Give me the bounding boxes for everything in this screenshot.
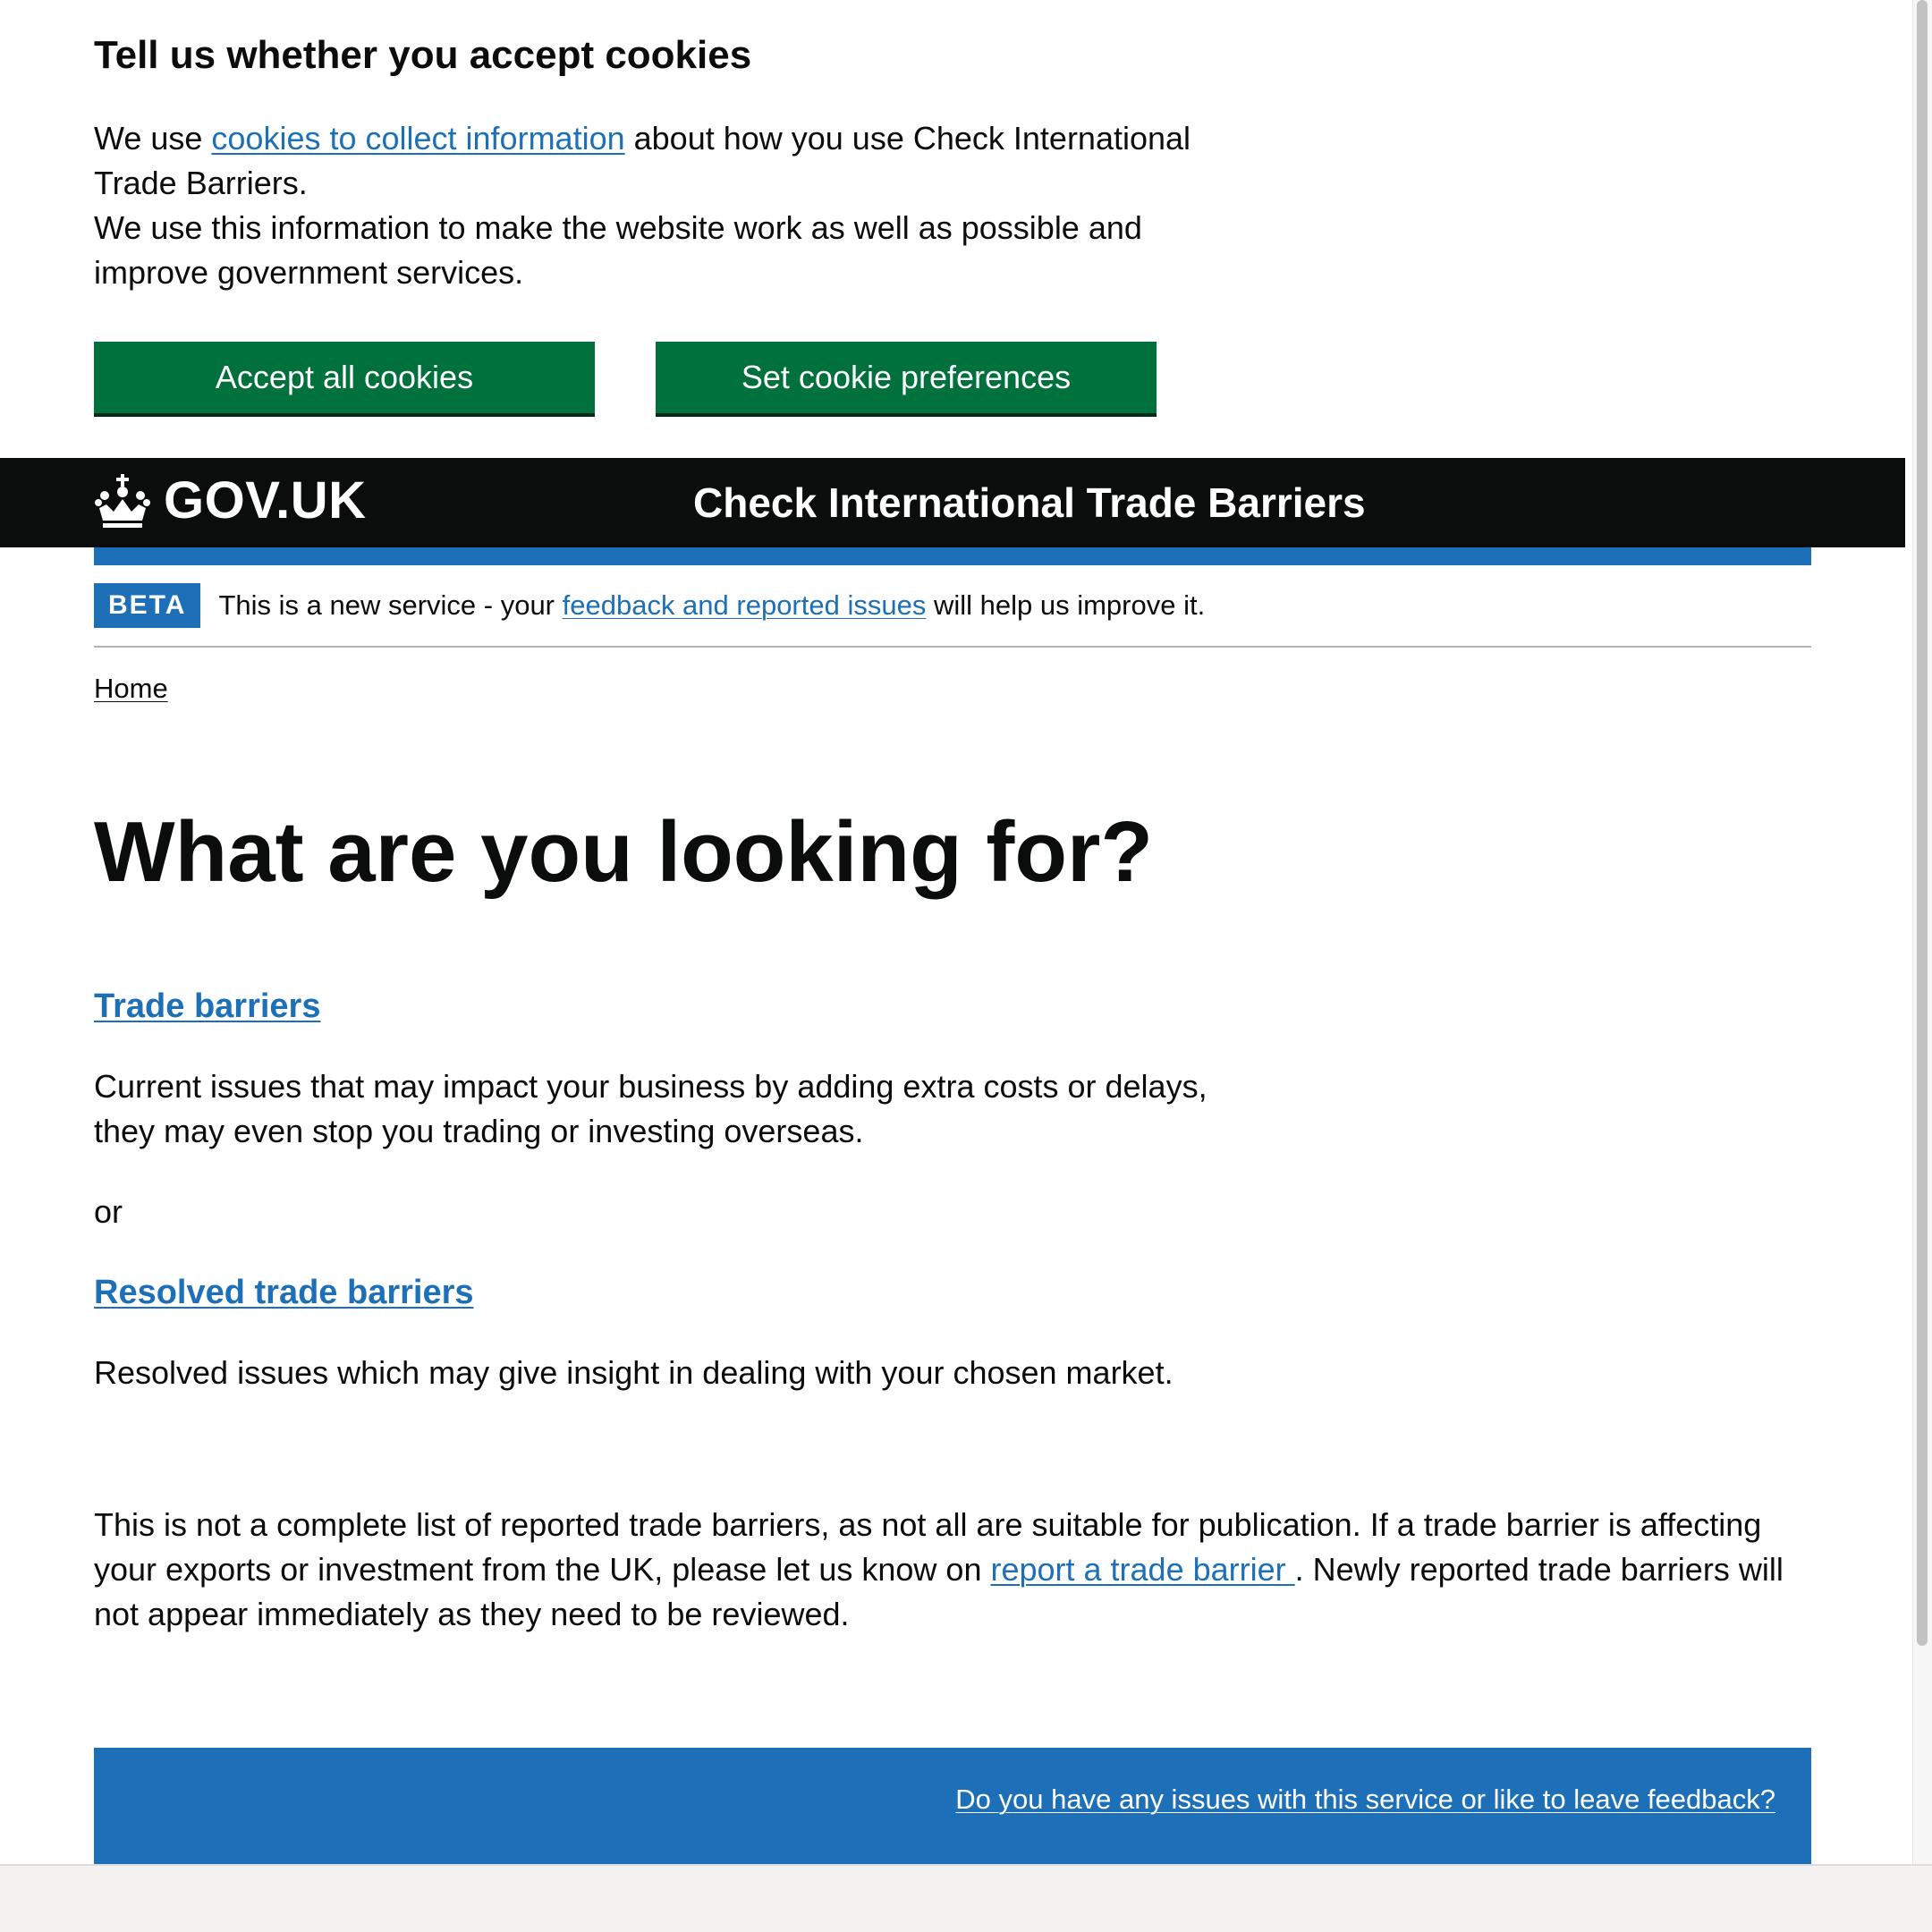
service-name-link[interactable]: Check International Trade Barriers bbox=[693, 479, 1366, 526]
resolved-description: Resolved issues which may give insight i… bbox=[94, 1354, 1174, 1391]
cookie-buttons: Accept all cookies Set cookie preference… bbox=[94, 342, 1257, 413]
or-text: or bbox=[94, 1193, 123, 1230]
beta-tag: BETA bbox=[94, 583, 201, 628]
site-footer bbox=[0, 1864, 1932, 1932]
cookie-banner-title: Tell us whether you accept cookies bbox=[94, 33, 752, 77]
page: Tell us whether you accept cookies We us… bbox=[0, 0, 1932, 1932]
feedback-box: Do you have any issues with this service… bbox=[94, 1748, 1811, 1864]
phase-banner-text: This is a new service - your feedback an… bbox=[218, 583, 1205, 628]
main-content: Trade barriers Current issues that may i… bbox=[94, 984, 1811, 1637]
report-trade-barrier-link[interactable]: report a trade barrier bbox=[990, 1551, 1294, 1588]
trade-barriers-description: Current issues that may impact your busi… bbox=[94, 1068, 1208, 1149]
phase-text-before: This is a new service - your bbox=[218, 589, 563, 621]
site-header: GOV.UK Check International Trade Barrier… bbox=[0, 458, 1905, 547]
cookie-text-second: We use this information to make the webs… bbox=[94, 209, 1142, 291]
phase-text-after: will help us improve it. bbox=[926, 589, 1206, 621]
feedback-link[interactable]: feedback and reported issues bbox=[563, 589, 927, 621]
page-title: What are you looking for? bbox=[94, 804, 1154, 900]
cookies-info-link[interactable]: cookies to collect information bbox=[211, 120, 624, 157]
resolved-section: Resolved trade barriers bbox=[94, 1270, 1811, 1315]
cookie-text-before: We use bbox=[94, 120, 212, 157]
breadcrumb-home-link[interactable]: Home bbox=[94, 673, 168, 704]
scrollbar[interactable] bbox=[1912, 0, 1932, 1864]
header-stripe bbox=[94, 547, 1811, 565]
accept-cookies-button[interactable]: Accept all cookies bbox=[94, 342, 595, 413]
footer-feedback-link[interactable]: Do you have any issues with this service… bbox=[955, 1784, 1775, 1816]
trade-barriers-link[interactable]: Trade barriers bbox=[94, 984, 320, 1029]
scrollbar-thumb[interactable] bbox=[1917, 0, 1928, 1646]
set-cookie-preferences-button[interactable]: Set cookie preferences bbox=[656, 342, 1157, 413]
govuk-logo-link[interactable]: GOV.UK bbox=[94, 470, 366, 530]
cookie-banner: Tell us whether you accept cookies We us… bbox=[94, 32, 1257, 413]
phase-banner: BETA This is a new service - your feedba… bbox=[94, 583, 1811, 648]
breadcrumb: Home bbox=[94, 673, 168, 705]
crown-icon bbox=[95, 473, 150, 528]
resolved-trade-barriers-link[interactable]: Resolved trade barriers bbox=[94, 1270, 474, 1315]
cookie-banner-text: We use cookies to collect information ab… bbox=[94, 116, 1257, 295]
govuk-logo-text: GOV.UK bbox=[164, 471, 367, 530]
publication-note: This is not a complete list of reported … bbox=[94, 1503, 1811, 1637]
